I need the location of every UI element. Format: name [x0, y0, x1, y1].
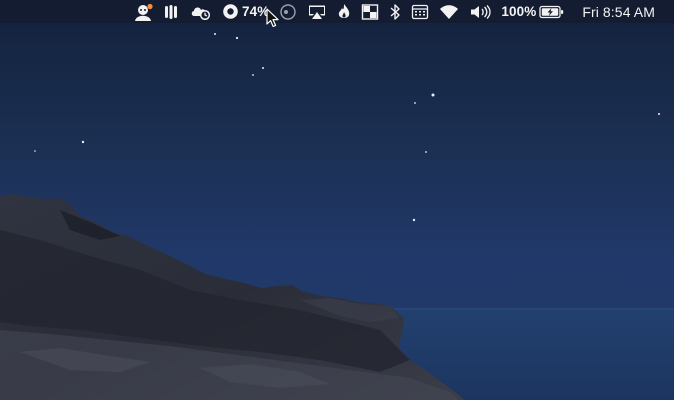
columns-app-icon[interactable]	[159, 0, 185, 23]
stars	[34, 33, 660, 222]
bluetooth-icon[interactable]	[384, 0, 406, 23]
cloud-sync-icon[interactable]	[185, 0, 217, 23]
clock-text: Fri 8:54 AM	[582, 3, 655, 20]
battery-charging-icon	[539, 5, 565, 19]
mouse-cursor-icon	[266, 8, 280, 33]
airplay-icon[interactable]	[302, 0, 332, 23]
battery-status[interactable]: 100%	[496, 0, 570, 23]
battery-percent: 100%	[501, 4, 537, 19]
menu-bar: 74% 100% Fri 8:54 AM	[0, 0, 674, 23]
wifi-icon[interactable]	[434, 0, 464, 23]
menu-bar-clock[interactable]: Fri 8:54 AM	[570, 0, 660, 23]
volume-icon[interactable]	[464, 0, 496, 23]
wallpaper-landscape	[0, 33, 674, 400]
grid-app-icon[interactable]	[356, 0, 384, 23]
notification-avatar-icon[interactable]	[129, 0, 159, 23]
calendar-app-icon[interactable]	[406, 0, 434, 23]
flame-icon[interactable]	[332, 0, 356, 23]
desktop-wallpaper	[0, 0, 674, 400]
